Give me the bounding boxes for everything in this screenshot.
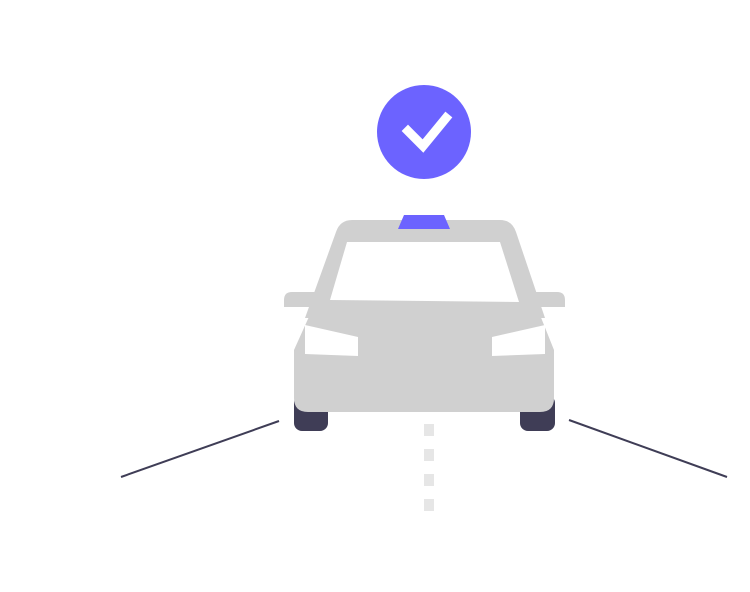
check-circle-icon — [377, 85, 471, 179]
taxi-car-icon — [284, 215, 565, 431]
windshield — [330, 242, 519, 302]
lane-dash — [424, 449, 434, 461]
road-edge-right — [568, 419, 728, 478]
car-body — [294, 310, 554, 412]
lane-dash — [424, 474, 434, 486]
lane-dash — [424, 424, 434, 436]
illustration-canvas — [0, 0, 750, 592]
road-edge-left — [120, 420, 280, 478]
taxi-roof-light — [398, 215, 450, 229]
check-badge-circle — [377, 85, 471, 179]
taxi-confirmation-illustration — [120, 85, 728, 511]
lane-dashes — [424, 424, 434, 511]
lane-dash — [424, 499, 434, 511]
